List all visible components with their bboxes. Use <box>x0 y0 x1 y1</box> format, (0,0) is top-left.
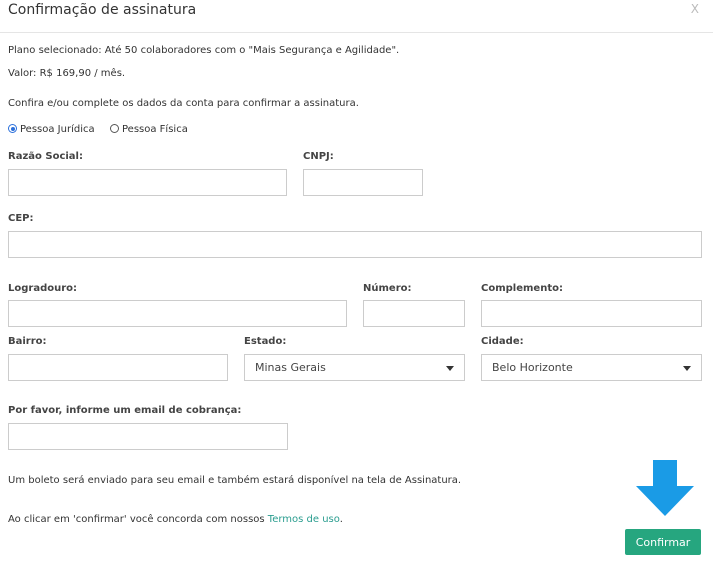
radio-pessoa-juridica-label[interactable]: Pessoa Jurídica <box>20 124 95 135</box>
bairro-input[interactable] <box>8 354 228 381</box>
radio-pessoa-juridica[interactable] <box>8 124 17 133</box>
complemento-input[interactable] <box>481 300 702 327</box>
estado-select[interactable]: Minas Gerais <box>244 354 465 381</box>
selected-plan-value: Até 50 colaboradores com o "Mais Seguran… <box>104 45 400 56</box>
plan-price: Valor: R$ 169,90 / mês. <box>8 68 125 79</box>
razao-social-label: Razão Social: <box>8 151 83 162</box>
complemento-label: Complemento: <box>481 283 563 294</box>
numero-input[interactable] <box>363 300 465 327</box>
terms-suffix: . <box>339 514 343 525</box>
cep-label: CEP: <box>8 213 34 224</box>
chevron-down-icon <box>683 366 691 371</box>
cnpj-input[interactable] <box>303 169 423 196</box>
modal-header: Confirmação de assinatura X <box>0 0 713 33</box>
radio-pessoa-fisica-label[interactable]: Pessoa Física <box>122 124 188 135</box>
close-icon[interactable]: X <box>691 2 699 16</box>
email-label: Por favor, informe um email de cobrança: <box>8 405 242 416</box>
terms-prefix: Ao clicar em 'confirmar' você concorda c… <box>8 514 268 525</box>
arrow-down-icon <box>636 460 694 516</box>
selected-plan-label: Plano selecionado: <box>8 45 102 56</box>
cidade-select-value: Belo Horizonte <box>492 361 573 374</box>
logradouro-input[interactable] <box>8 300 347 327</box>
cnpj-label: CNPJ: <box>303 151 334 162</box>
confirm-button[interactable]: Confirmar <box>625 529 701 555</box>
modal-title: Confirmação de assinatura <box>8 2 197 18</box>
boleto-note: Um boleto será enviado para seu email e … <box>8 475 462 486</box>
cidade-select[interactable]: Belo Horizonte <box>481 354 702 381</box>
plan-price-label: Valor: <box>8 68 37 79</box>
email-input[interactable] <box>8 423 288 450</box>
estado-select-value: Minas Gerais <box>255 361 326 374</box>
radio-pessoa-fisica[interactable] <box>110 124 119 133</box>
terms-text: Ao clicar em 'confirmar' você concorda c… <box>8 514 343 525</box>
terms-link[interactable]: Termos de uso <box>268 514 340 525</box>
selected-plan: Plano selecionado: Até 50 colaboradores … <box>8 45 399 56</box>
numero-label: Número: <box>363 283 412 294</box>
estado-label: Estado: <box>244 336 287 347</box>
instructions: Confira e/ou complete os dados da conta … <box>8 98 359 109</box>
razao-social-input[interactable] <box>8 169 287 196</box>
logradouro-label: Logradouro: <box>8 283 78 294</box>
cep-input[interactable] <box>8 231 702 258</box>
plan-price-value: R$ 169,90 / mês. <box>39 68 126 79</box>
bairro-label: Bairro: <box>8 336 47 347</box>
cidade-label: Cidade: <box>481 336 524 347</box>
chevron-down-icon <box>446 366 454 371</box>
